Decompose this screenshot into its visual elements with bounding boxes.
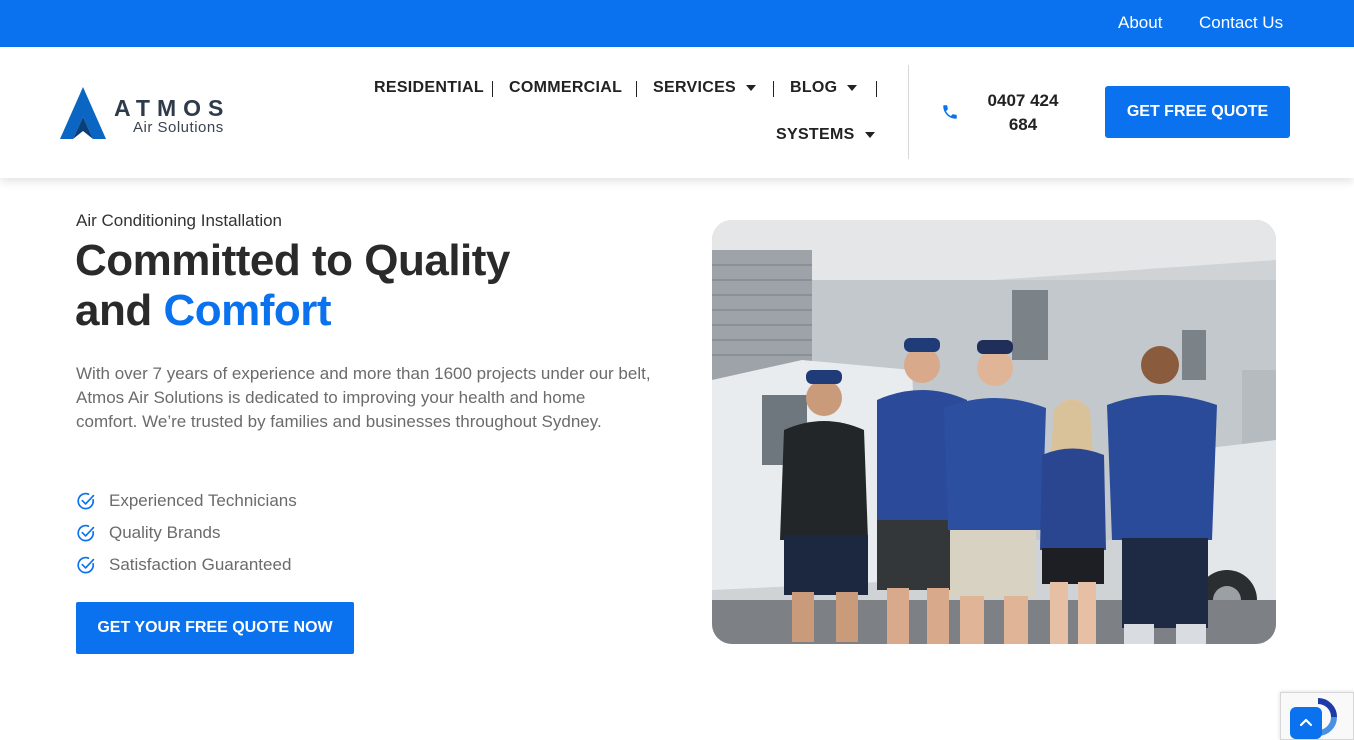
headline-plain: and [75,286,164,335]
feature-list: Experienced Technicians Quality Brands S… [76,485,297,581]
check-circle-icon [77,492,95,510]
nav-divider [773,81,774,97]
nav-label: SERVICES [653,79,737,96]
hero-headline: Committed to Quality and Comfort [75,236,510,336]
phone-icon[interactable] [941,103,959,121]
logo-mark-icon [60,87,106,139]
nav-services[interactable]: SERVICES [653,79,757,97]
hero-intro-text: With over 7 years of experience and more… [76,364,651,431]
contact-us-link[interactable]: Contact Us [1199,13,1283,33]
check-circle-icon [77,524,95,542]
headline-line-1: Committed to Quality [75,236,510,285]
nav-divider [636,81,637,97]
chevron-up-icon [1299,718,1313,727]
top-utility-bar: About Contact Us [0,0,1354,47]
phone-line-2: 684 [1008,115,1038,134]
check-circle-icon [77,556,95,574]
header-divider [908,65,909,159]
phone-line-1: 0407 424 [987,91,1059,110]
logo-wordmark: ATMOS [114,95,231,121]
feature-label: Satisfaction Guaranteed [109,555,292,574]
logo-tagline: Air Solutions [133,119,224,136]
nav-systems[interactable]: SYSTEMS [776,126,875,144]
main-header: ATMOS Air Solutions RESIDENTIAL COMMERCI… [0,47,1354,178]
feature-label: Quality Brands [109,523,221,542]
feature-label: Experienced Technicians [109,491,297,510]
scroll-to-top-button[interactable] [1290,707,1322,739]
phone-number-link[interactable]: 0407 424 684 [978,89,1068,137]
hero-eyebrow: Air Conditioning Installation [76,211,283,230]
list-item: Satisfaction Guaranteed [76,549,297,581]
team-photo [712,220,1276,644]
nav-label: COMMERCIAL [509,79,623,96]
nav-residential[interactable]: RESIDENTIAL [374,79,484,97]
about-link[interactable]: About [1118,13,1162,33]
headline-line-2: and Comfort [75,286,510,336]
nav-label: SYSTEMS [776,126,855,143]
nav-label: BLOG [790,79,838,96]
nav-divider [492,81,493,97]
get-your-free-quote-now-button[interactable]: GET YOUR FREE QUOTE NOW [76,602,354,654]
site-logo[interactable]: ATMOS Air Solutions [60,87,260,143]
get-free-quote-button[interactable]: GET FREE QUOTE [1105,86,1290,138]
list-item: Experienced Technicians [76,485,297,517]
nav-commercial[interactable]: COMMERCIAL [509,79,622,97]
headline-accent: Comfort [163,286,332,335]
nav-label: RESIDENTIAL [374,79,484,96]
chevron-down-icon [864,132,875,138]
chevron-down-icon [847,85,858,91]
chevron-down-icon [746,85,757,91]
team-photo-illustration [712,220,1276,644]
list-item: Quality Brands [76,517,297,549]
nav-blog[interactable]: BLOG [790,79,858,97]
nav-divider [876,81,877,97]
